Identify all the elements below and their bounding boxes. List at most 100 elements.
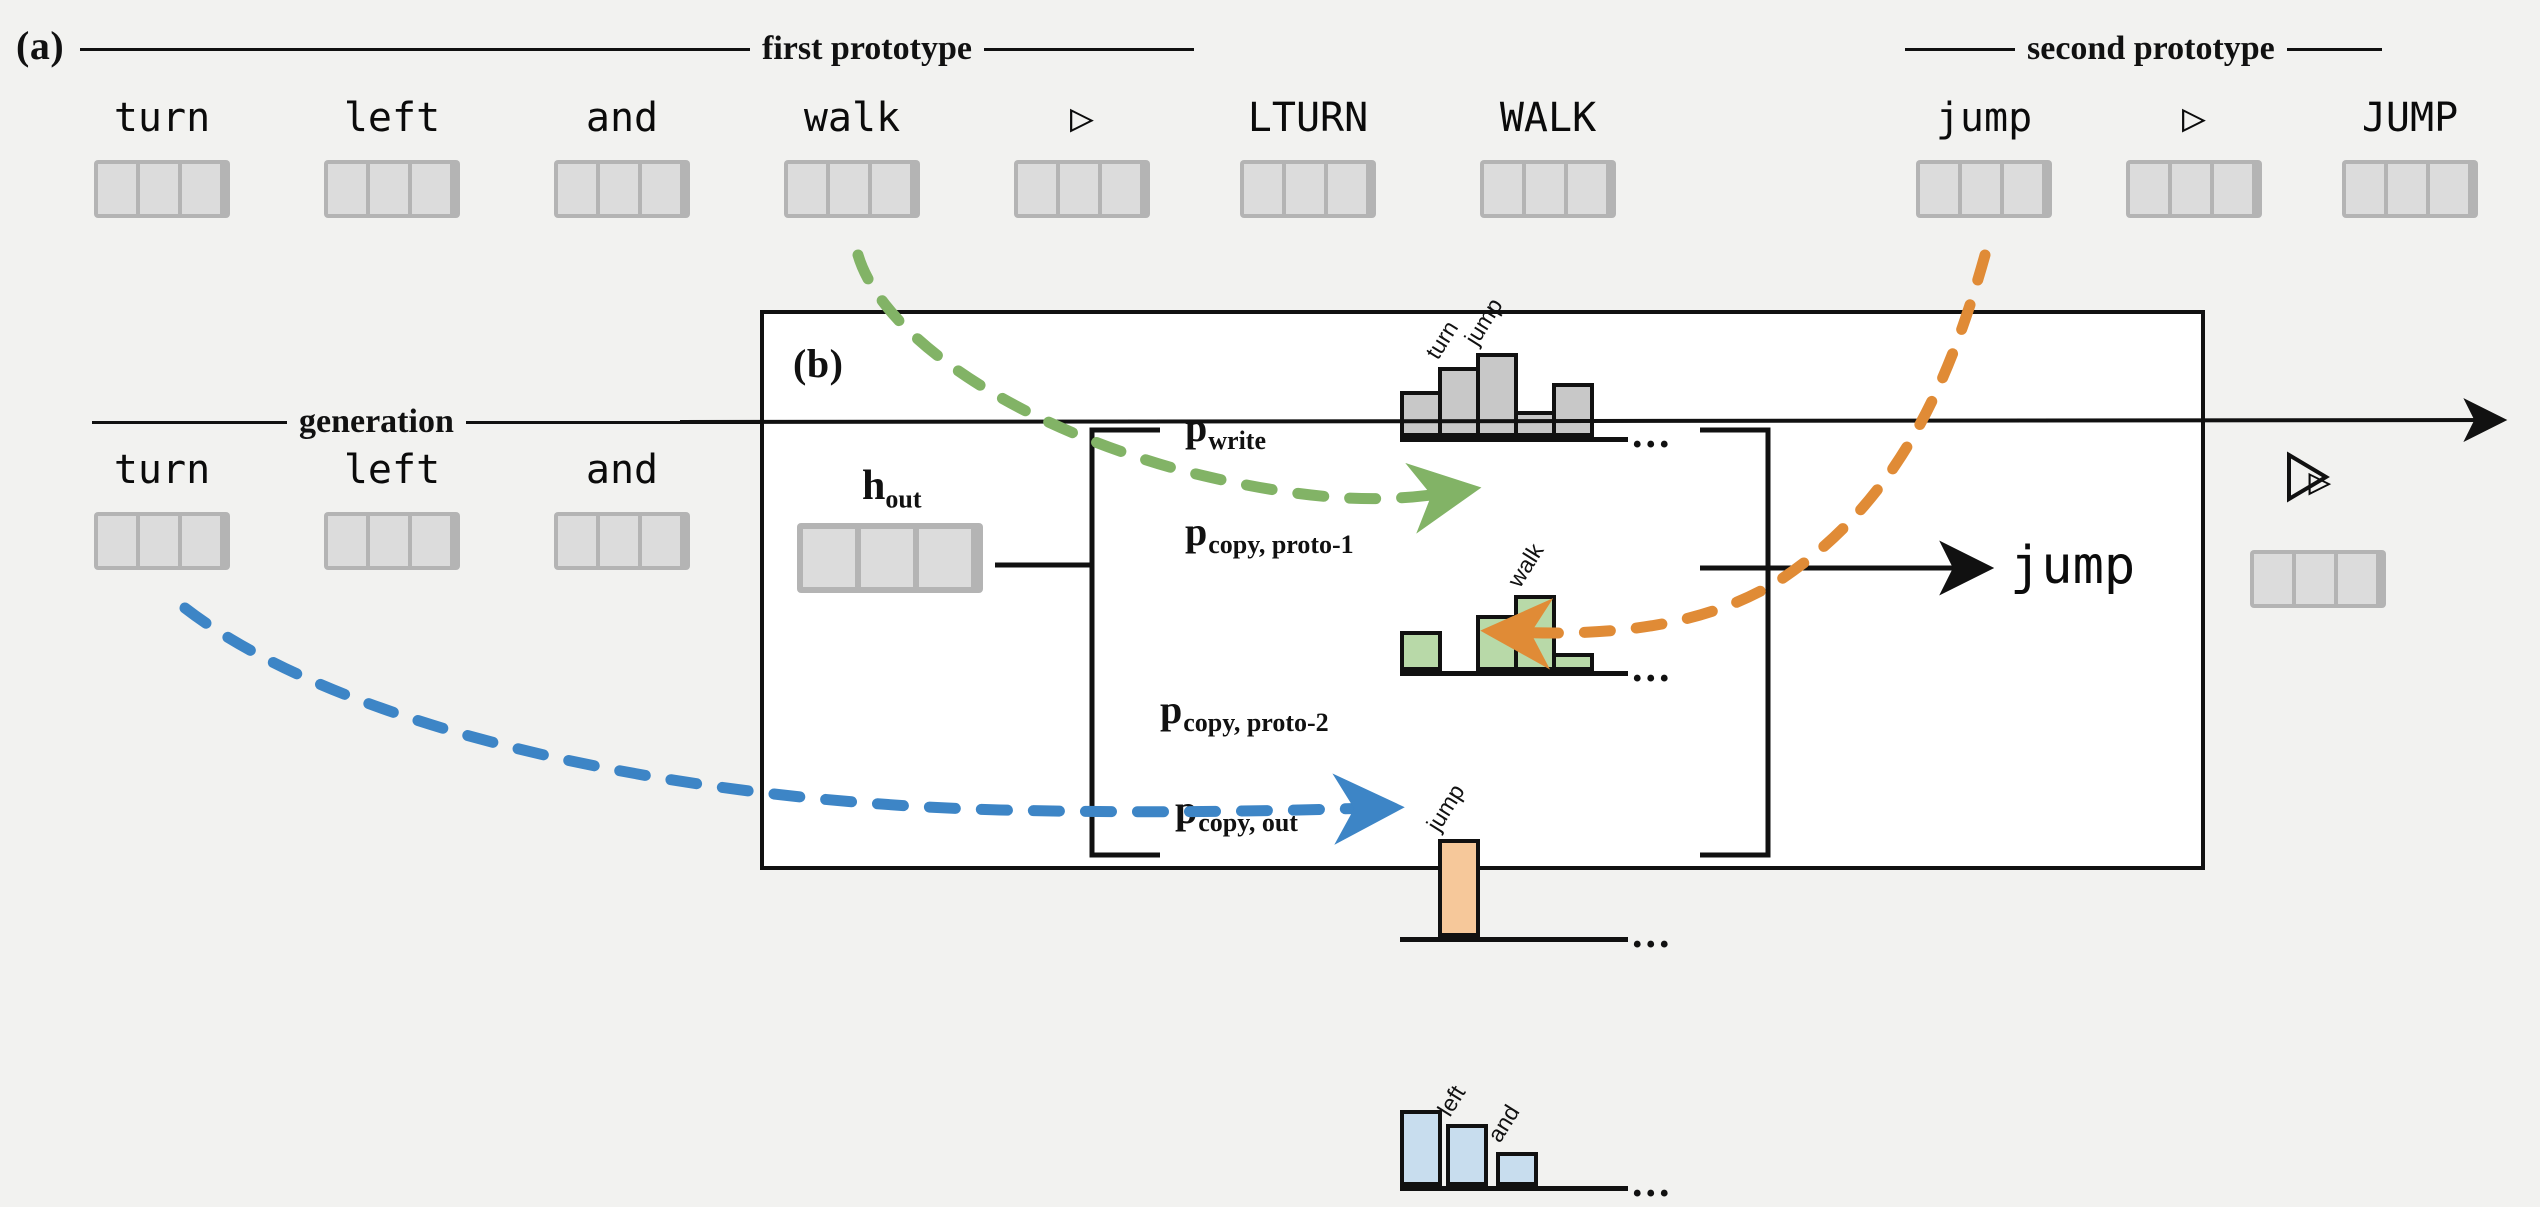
hist-bar — [1438, 839, 1480, 937]
vector-cell — [370, 164, 408, 214]
vector-cell — [1920, 164, 1958, 214]
token-gen-trailing-vector-box — [2250, 550, 2386, 608]
vector-cell — [2214, 164, 2252, 214]
vector-cell — [328, 516, 366, 566]
token-label: turn — [113, 95, 211, 141]
p-copy-proto-1-label: pcopy, proto-1 — [1185, 512, 1354, 558]
token-vector-box — [554, 512, 690, 570]
separator-label: ▷ — [1069, 95, 1095, 141]
vector-cell — [2338, 554, 2376, 604]
vector-cell — [98, 164, 136, 214]
figure-canvas: (a) first prototype second prototype tur… — [0, 0, 2540, 1206]
hist-ellipsis: ... — [1632, 411, 1673, 457]
histogram-p-copy-proto-1: walk ... — [1400, 539, 1670, 691]
rule-first-prototype: first prototype — [80, 32, 1194, 66]
token-label: turn — [113, 447, 211, 493]
token-gen-1: left — [308, 450, 476, 570]
h-out-base: h — [862, 463, 886, 509]
vector-cell — [2130, 164, 2168, 214]
histogram-p-write: turn jump ... — [1400, 293, 1670, 457]
p-label-sub: write — [1208, 426, 1266, 456]
vector-cell — [861, 529, 913, 587]
token-proto2-0: jump — [1900, 98, 2068, 218]
p-label-base: p — [1175, 787, 1198, 832]
token-vector-box — [1916, 160, 2052, 218]
rule-caption: first prototype — [762, 30, 972, 67]
p-copy-out-label: pcopy, out — [1175, 790, 1298, 836]
vector-cell — [1286, 164, 1324, 214]
vector-cell — [1018, 164, 1056, 214]
p-label-base: p — [1160, 687, 1183, 732]
token-vector-box — [554, 160, 690, 218]
hist-bar — [1476, 353, 1518, 437]
token-proto2-1: ▷ — [2110, 98, 2278, 218]
p-write-label: pwrite — [1185, 408, 1266, 454]
hist-bar — [1552, 653, 1594, 671]
token-gen-2: and — [538, 450, 706, 570]
rule-line-right — [983, 47, 1194, 51]
vector-cell — [788, 164, 826, 214]
vector-cell — [98, 516, 136, 566]
vector-cell — [872, 164, 910, 214]
token-vector-box — [324, 512, 460, 570]
vector-cell — [2172, 164, 2210, 214]
token-proto1-2: and — [538, 98, 706, 218]
token-label: WALK — [1499, 95, 1597, 141]
vector-cell — [2004, 164, 2042, 214]
histogram-p-copy-proto-2: jump ... — [1400, 779, 1670, 957]
token-vector-box — [2342, 160, 2478, 218]
vector-cell — [2346, 164, 2384, 214]
token-proto1-0: turn — [78, 98, 246, 218]
vector-cell — [830, 164, 868, 214]
p-copy-proto-2-label: pcopy, proto-2 — [1160, 690, 1329, 736]
vector-cell — [370, 516, 408, 566]
vector-cell — [2254, 554, 2292, 604]
token-proto1-4: ▷ — [998, 98, 1166, 218]
token-proto1-5: LTURN — [1208, 98, 1408, 218]
vector-cell — [600, 516, 638, 566]
token-label: left — [343, 447, 441, 493]
hist-bar — [1400, 391, 1442, 437]
vector-cell — [182, 164, 220, 214]
vector-cell — [1102, 164, 1140, 214]
vector-cell — [2296, 554, 2334, 604]
token-label: and — [585, 95, 659, 141]
hist-bar — [1438, 367, 1480, 437]
token-label: walk — [803, 95, 901, 141]
vector-cell — [1526, 164, 1564, 214]
token-vector-box — [1014, 160, 1150, 218]
rule-line-left — [1905, 47, 2015, 51]
rule-caption: second prototype — [2027, 30, 2275, 67]
hist-bar — [1476, 615, 1518, 671]
vector-cell — [919, 529, 971, 587]
histogram-p-copy-out: left and ... — [1400, 1081, 1670, 1206]
h-out-vector-box — [797, 523, 983, 593]
vector-cell — [2388, 164, 2426, 214]
token-vector-box — [1480, 160, 1616, 218]
token-vector-box — [784, 160, 920, 218]
token-proto1-1: left — [308, 98, 476, 218]
vector-cell — [1962, 164, 2000, 214]
vector-cell — [1060, 164, 1098, 214]
vector-cell — [1244, 164, 1282, 214]
vector-cell — [412, 516, 450, 566]
vector-cell — [558, 516, 596, 566]
vector-cell — [182, 516, 220, 566]
rule-second-prototype: second prototype — [1905, 32, 2382, 66]
hist-ellipsis: ... — [1632, 911, 1673, 957]
p-label-sub: copy, out — [1198, 808, 1298, 838]
hist-bar — [1514, 411, 1556, 437]
token-label: left — [343, 95, 441, 141]
p-label-sub: copy, proto-1 — [1208, 530, 1354, 560]
token-label: LTURN — [1247, 95, 1369, 141]
token-vector-box — [94, 512, 230, 570]
vector-cell — [140, 516, 178, 566]
rule-line-right — [2286, 47, 2382, 51]
token-vector-box — [324, 160, 460, 218]
hist-bar — [1514, 595, 1556, 671]
token-label: jump — [1935, 95, 2033, 141]
vector-cell — [642, 164, 680, 214]
hist-ellipsis: ... — [1632, 1160, 1673, 1206]
token-proto1-6: WALK — [1448, 98, 1648, 218]
vector-cell — [642, 516, 680, 566]
